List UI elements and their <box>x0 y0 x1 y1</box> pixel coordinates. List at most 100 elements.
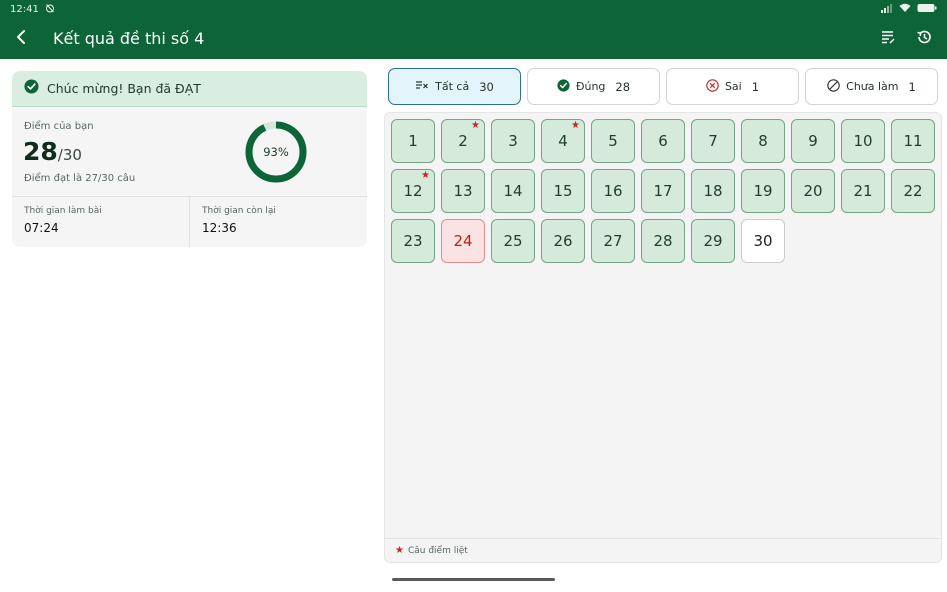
question-number: 10 <box>853 132 873 150</box>
filter-wrong[interactable]: Sai 1 <box>666 68 799 105</box>
question-number: 6 <box>658 132 668 150</box>
question-number: 30 <box>753 232 773 250</box>
question-cell[interactable]: 9 <box>791 119 835 163</box>
question-cell[interactable]: 26 <box>541 219 585 263</box>
question-number: 24 <box>453 232 473 250</box>
signal-icon <box>881 3 893 16</box>
question-cell[interactable]: 11 <box>891 119 935 163</box>
question-cell[interactable]: 17 <box>641 169 685 213</box>
critical-star-icon: ★ <box>421 170 430 181</box>
question-number: 29 <box>703 232 723 250</box>
question-number: 7 <box>708 132 718 150</box>
question-cell[interactable]: 23 <box>391 219 435 263</box>
filter-tabs: Tất cả 30 Đúng 28 Sai 1 Chưa làm 1 <box>388 68 938 105</box>
question-number: 19 <box>753 182 773 200</box>
question-number: 18 <box>703 182 723 200</box>
question-cell[interactable]: 2 ★ <box>441 119 485 163</box>
time-left: Thời gian còn lại 12:36 <box>189 197 367 247</box>
question-number: 15 <box>553 182 573 200</box>
list-edit-icon <box>880 29 896 49</box>
app-bar: Kết quả đề thi số 4 <box>0 18 947 59</box>
check-circle-icon <box>557 78 570 95</box>
score-total: /30 <box>57 146 82 164</box>
question-number: 11 <box>903 132 923 150</box>
status-time: 12:41 <box>10 3 39 15</box>
question-number: 26 <box>553 232 573 250</box>
question-cell[interactable]: 20 <box>791 169 835 213</box>
alarm-off-icon <box>45 3 55 16</box>
score-number: 28 <box>23 137 58 166</box>
question-cell[interactable]: 30 <box>741 219 785 263</box>
question-cell[interactable]: 25 <box>491 219 535 263</box>
question-cell[interactable]: 19 <box>741 169 785 213</box>
wifi-icon <box>899 3 911 16</box>
question-cell[interactable]: 8 <box>741 119 785 163</box>
question-number: 8 <box>758 132 768 150</box>
legend: ★ Câu điểm liệt <box>385 538 941 562</box>
filter-unanswered[interactable]: Chưa làm 1 <box>805 68 938 105</box>
score-label: Điểm của bạn <box>24 121 94 132</box>
question-cell[interactable]: 5 <box>591 119 635 163</box>
time-used-label: Thời gian làm bài <box>24 206 102 216</box>
page-title: Kết quả đề thi số 4 <box>53 29 205 48</box>
question-number: 14 <box>503 182 523 200</box>
back-button[interactable] <box>0 18 42 59</box>
time-row: Thời gian làm bài 07:24 Thời gian còn lạ… <box>12 197 367 247</box>
question-grid: 1 2 ★ 3 4 ★ 5 6 7 8 9 10 11 12 ★ 13 14 15 16 17 18 19 20 21 22 23… <box>391 119 935 263</box>
battery-icon <box>917 3 937 16</box>
check-circle-icon <box>24 79 39 98</box>
question-number: 20 <box>803 182 823 200</box>
question-number: 21 <box>853 182 873 200</box>
history-button[interactable] <box>909 24 939 54</box>
question-number: 3 <box>508 132 518 150</box>
question-grid-panel: 1 2 ★ 3 4 ★ 5 6 7 8 9 10 11 12 ★ 13 14 15 16 17 18 19 20 21 22 23… <box>384 112 942 563</box>
home-indicator[interactable] <box>392 578 555 581</box>
review-list-button[interactable] <box>873 24 903 54</box>
filter-correct-count: 28 <box>615 79 631 94</box>
question-cell[interactable]: 28 <box>641 219 685 263</box>
question-number: 1 <box>408 132 418 150</box>
question-cell[interactable]: 7 <box>691 119 735 163</box>
critical-star-icon: ★ <box>471 120 480 131</box>
pass-threshold: Điểm đạt là 27/30 câu <box>24 173 136 184</box>
question-cell[interactable]: 16 <box>591 169 635 213</box>
result-card: Chúc mừng! Bạn đã ĐẠT Điểm của bạn 28/30… <box>12 71 367 247</box>
question-cell[interactable]: 1 <box>391 119 435 163</box>
question-number: 27 <box>603 232 623 250</box>
list-check-icon <box>415 79 429 94</box>
filter-all[interactable]: Tất cả 30 <box>388 68 521 105</box>
score-section: Điểm của bạn 28/30 Điểm đạt là 27/30 câu… <box>12 107 367 197</box>
question-number: 16 <box>603 182 623 200</box>
question-number: 23 <box>403 232 423 250</box>
question-cell[interactable]: 15 <box>541 169 585 213</box>
question-number: 2 <box>458 132 468 150</box>
question-cell[interactable]: 27 <box>591 219 635 263</box>
question-cell[interactable]: 4 ★ <box>541 119 585 163</box>
question-cell[interactable]: 10 <box>841 119 885 163</box>
status-bar: 12:41 <box>0 0 947 18</box>
question-number: 12 <box>403 182 423 200</box>
question-cell[interactable]: 12 ★ <box>391 169 435 213</box>
question-cell[interactable]: 14 <box>491 169 535 213</box>
x-circle-icon <box>706 78 719 95</box>
question-cell[interactable]: 21 <box>841 169 885 213</box>
question-cell[interactable]: 18 <box>691 169 735 213</box>
question-cell[interactable]: 29 <box>691 219 735 263</box>
critical-star-icon: ★ <box>571 120 580 131</box>
question-cell[interactable]: 3 <box>491 119 535 163</box>
filter-unanswered-label: Chưa làm <box>846 80 899 93</box>
question-cell[interactable]: 22 <box>891 169 935 213</box>
chevron-left-icon <box>15 29 27 49</box>
question-number: 13 <box>453 182 473 200</box>
question-cell[interactable]: 13 <box>441 169 485 213</box>
filter-all-count: 30 <box>479 79 494 94</box>
question-number: 28 <box>653 232 673 250</box>
time-used: Thời gian làm bài 07:24 <box>12 197 189 247</box>
question-cell[interactable]: 24 <box>441 219 485 263</box>
question-cell[interactable]: 6 <box>641 119 685 163</box>
filter-wrong-label: Sai <box>724 80 742 93</box>
history-icon <box>916 29 932 49</box>
filter-correct[interactable]: Đúng 28 <box>527 68 660 105</box>
question-number: 5 <box>608 132 618 150</box>
time-left-value: 12:36 <box>202 221 237 235</box>
